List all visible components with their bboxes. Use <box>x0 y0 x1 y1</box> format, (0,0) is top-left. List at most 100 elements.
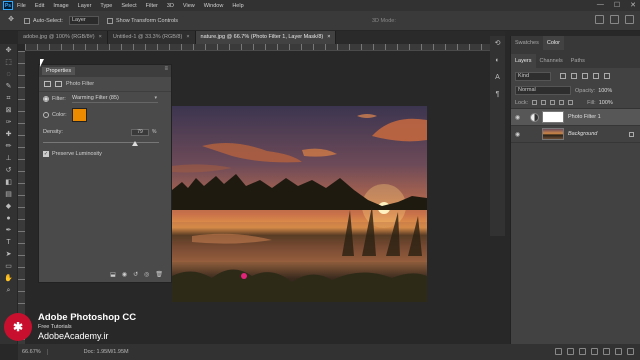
eyedropper-tool-icon[interactable]: ✑ <box>4 118 14 128</box>
kind-dropdown[interactable]: Kind <box>515 71 551 81</box>
zoom-tool-icon[interactable]: ⌕ <box>4 286 14 296</box>
zoom-level[interactable]: 66.67% <box>22 349 48 355</box>
layer-row-background[interactable]: ◉ Background <box>511 126 640 143</box>
preserve-luminosity-checkbox[interactable]: ✓ <box>43 151 49 157</box>
panel-menu-icon[interactable]: ≡ <box>164 66 168 72</box>
menu-view[interactable]: View <box>183 3 195 9</box>
history-icon[interactable]: ⟲ <box>494 40 502 48</box>
close-icon[interactable]: × <box>99 34 102 40</box>
filter-dropdown[interactable]: Warming Filter (85) <box>72 95 158 103</box>
clone-stamp-tool-icon[interactable]: ⊥ <box>4 154 14 164</box>
share-icon[interactable] <box>625 15 634 24</box>
density-slider-thumb[interactable] <box>131 141 138 146</box>
doc-info[interactable]: Doc: 1.95M/1.95M <box>84 349 129 355</box>
maximize-button[interactable]: ☐ <box>614 1 620 9</box>
workspace-icon[interactable] <box>610 15 619 24</box>
menu-filter[interactable]: Filter <box>146 3 158 9</box>
lock-artboard-icon[interactable] <box>559 100 565 105</box>
link-layers-icon[interactable] <box>555 348 562 355</box>
reset-icon[interactable]: ↺ <box>133 271 138 278</box>
adjustments-icon[interactable]: ◐ <box>494 57 502 65</box>
pixel-filter-icon[interactable] <box>560 73 566 79</box>
density-input[interactable]: 79 <box>131 128 149 136</box>
rectangle-tool-icon[interactable]: ▭ <box>4 262 14 272</box>
menu-edit[interactable]: Edit <box>35 3 44 9</box>
tab-swatches[interactable]: Swatches <box>511 36 543 50</box>
path-selection-tool-icon[interactable]: ➤ <box>4 250 14 260</box>
adjustment-filter-icon[interactable] <box>571 73 577 79</box>
visibility-icon[interactable]: ◎ <box>144 271 149 278</box>
frame-tool-icon[interactable]: ⊠ <box>4 106 14 116</box>
lock-position-icon[interactable] <box>550 100 556 105</box>
color-swatch[interactable] <box>72 108 87 122</box>
auto-select-checkbox[interactable] <box>24 17 30 24</box>
menu-image[interactable]: Image <box>53 3 68 9</box>
menu-window[interactable]: Window <box>204 3 224 9</box>
lock-pixels-icon[interactable] <box>532 100 538 105</box>
new-adjustment-icon[interactable] <box>591 348 598 355</box>
history-brush-tool-icon[interactable]: ↺ <box>4 166 14 176</box>
gradient-tool-icon[interactable]: ▤ <box>4 190 14 200</box>
lock-all-icon[interactable] <box>568 100 574 105</box>
type-filter-icon[interactable] <box>582 73 588 79</box>
blend-mode-dropdown[interactable]: Normal <box>515 86 571 95</box>
color-radio[interactable] <box>43 112 49 118</box>
mask-icon[interactable] <box>55 81 62 87</box>
close-icon[interactable]: × <box>186 34 189 40</box>
blur-tool-icon[interactable]: ◆ <box>4 202 14 212</box>
healing-brush-tool-icon[interactable]: ✚ <box>4 130 14 140</box>
menu-help[interactable]: Help <box>232 3 243 9</box>
menu-select[interactable]: Select <box>121 3 136 9</box>
layer-name[interactable]: Photo Filter 1 <box>568 114 601 120</box>
character-icon[interactable]: A <box>494 74 502 82</box>
dodge-tool-icon[interactable]: ● <box>4 214 14 224</box>
auto-select-dropdown[interactable]: Layer <box>68 16 99 25</box>
move-tool-icon[interactable]: ✥ <box>6 15 16 25</box>
filter-radio[interactable] <box>43 96 49 102</box>
quick-select-tool-icon[interactable]: ✎ <box>4 82 14 92</box>
view-previous-icon[interactable]: ◉ <box>122 271 127 278</box>
layer-row-photo-filter[interactable]: ◉ Photo Filter 1 <box>511 109 640 126</box>
layer-mask-thumbnail[interactable] <box>542 111 564 123</box>
menu-type[interactable]: Type <box>100 3 112 9</box>
shape-filter-icon[interactable] <box>593 73 599 79</box>
search-icon[interactable] <box>595 15 604 24</box>
type-tool-icon[interactable]: T <box>4 238 14 248</box>
delete-icon[interactable]: 🗑 <box>155 271 163 278</box>
visibility-eye-icon[interactable]: ◉ <box>515 114 524 121</box>
menu-file[interactable]: File <box>17 3 26 9</box>
new-group-icon[interactable] <box>603 348 610 355</box>
paragraph-icon[interactable]: ¶ <box>494 91 502 99</box>
marquee-tool-icon[interactable]: ⬚ <box>4 58 14 68</box>
move-tool-icon[interactable]: ✥ <box>4 46 14 56</box>
tab-color[interactable]: Color <box>542 36 565 50</box>
minimize-button[interactable]: — <box>597 1 604 9</box>
new-layer-icon[interactable] <box>615 348 622 355</box>
tab-nature-jpg[interactable]: nature.jpg @ 66.7% (Photo Filter 1, Laye… <box>195 31 337 44</box>
visibility-eye-icon[interactable]: ◉ <box>515 131 524 138</box>
clip-to-layer-icon[interactable]: ⬓ <box>110 271 116 278</box>
fill-value[interactable]: 100% <box>599 100 613 106</box>
eraser-tool-icon[interactable]: ◧ <box>4 178 14 188</box>
add-mask-icon[interactable] <box>579 348 586 355</box>
tab-untitled-1[interactable]: Untitled-1 @ 33.3% (RGB/8) × <box>107 31 196 44</box>
show-transform-checkbox[interactable] <box>106 17 113 24</box>
properties-tab[interactable]: Properties <box>42 67 76 75</box>
tab-adobe-jpg[interactable]: adobe.jpg @ 100% (RGB/8#) × <box>18 31 108 44</box>
layer-name[interactable]: Background <box>568 131 597 137</box>
crop-tool-icon[interactable]: ⌗ <box>4 94 14 104</box>
tab-channels[interactable]: Channels <box>536 54 567 68</box>
menu-layer[interactable]: Layer <box>78 3 92 9</box>
opacity-value[interactable]: 100% <box>598 88 612 94</box>
close-icon[interactable]: × <box>327 34 330 40</box>
lock-paint-icon[interactable] <box>541 100 547 105</box>
close-window-button[interactable]: ✕ <box>630 1 636 9</box>
tab-layers[interactable]: Layers <box>511 54 536 68</box>
delete-layer-icon[interactable] <box>627 348 634 355</box>
hand-tool-icon[interactable]: ✋ <box>4 274 14 284</box>
tab-paths[interactable]: Paths <box>567 54 589 68</box>
menu-3d[interactable]: 3D <box>167 3 174 9</box>
document-photo[interactable] <box>172 106 427 302</box>
density-slider[interactable] <box>43 140 159 146</box>
brush-tool-icon[interactable]: ✏ <box>4 142 14 152</box>
